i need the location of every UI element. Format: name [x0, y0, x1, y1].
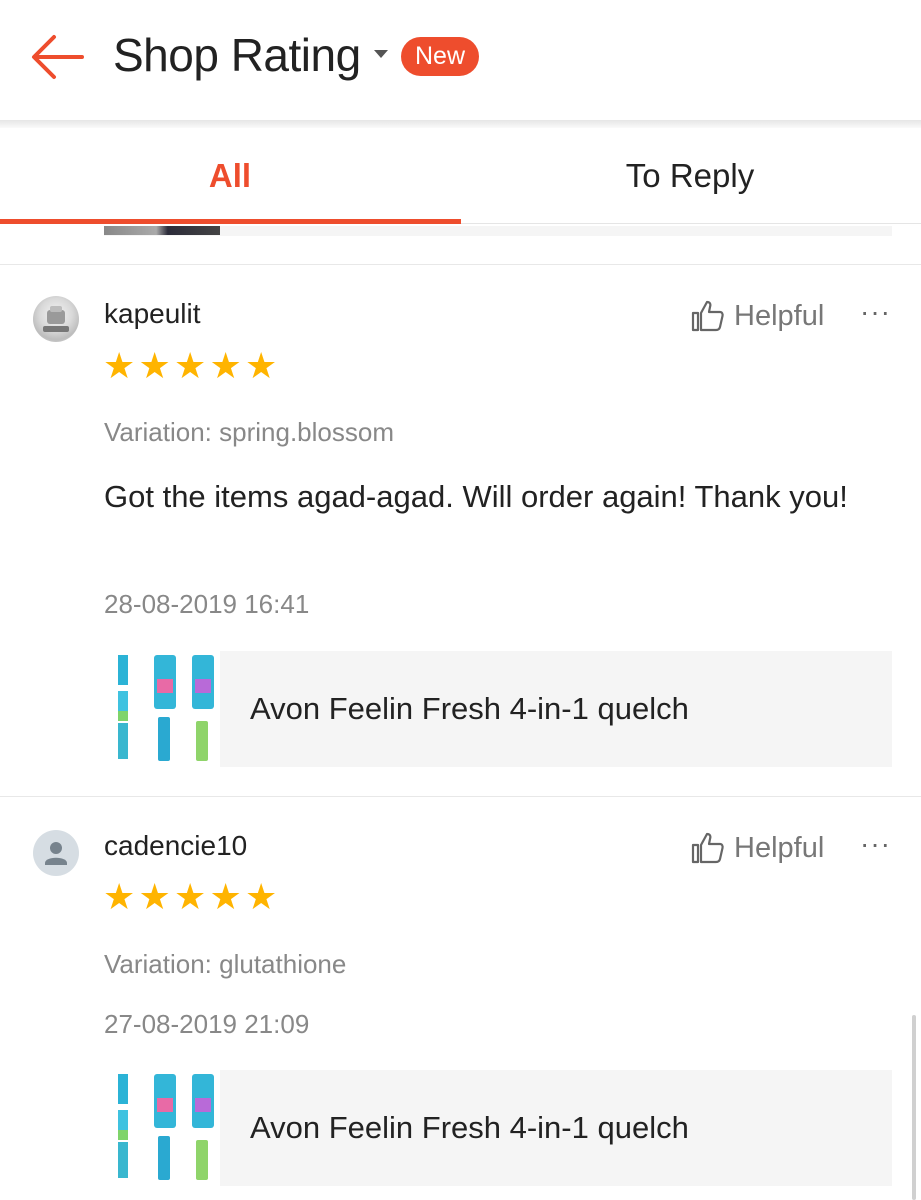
- product-thumbnail: [104, 1070, 220, 1186]
- star-icon: ★: [245, 876, 278, 917]
- previous-product-card[interactable]: [104, 226, 892, 236]
- star-icon: ★: [138, 876, 171, 917]
- previous-product-thumbnail: [104, 226, 220, 235]
- star-icon: ★: [245, 345, 278, 386]
- star-icon: ★: [209, 876, 242, 917]
- helpful-label: Helpful: [734, 299, 825, 332]
- tab-bar: All To Reply: [0, 128, 921, 224]
- thumbs-up-icon: [691, 832, 724, 864]
- star-rating: ★ ★ ★ ★ ★: [103, 345, 281, 386]
- divider: [0, 264, 921, 265]
- star-icon: ★: [138, 345, 171, 386]
- helpful-button[interactable]: Helpful: [690, 828, 824, 868]
- star-icon: ★: [174, 876, 207, 917]
- product-card[interactable]: Avon Feelin Fresh 4-in-1 quelch: [104, 651, 892, 767]
- arrow-left-icon: [32, 35, 84, 79]
- product-tubes-image: [118, 1074, 214, 1180]
- review-comment: Got the items agad-agad. Will order agai…: [104, 479, 848, 514]
- star-icon: ★: [103, 345, 136, 386]
- variation-text: Variation: spring.blossom: [104, 417, 394, 447]
- tab-to-reply[interactable]: To Reply: [460, 128, 920, 224]
- product-thumbnail: [104, 651, 220, 767]
- star-icon: ★: [209, 345, 242, 386]
- helpful-label: Helpful: [734, 831, 825, 864]
- divider: [0, 796, 921, 797]
- star-icon: ★: [174, 345, 207, 386]
- product-name: Avon Feelin Fresh 4-in-1 quelch: [250, 1110, 689, 1145]
- page-title: Shop Rating: [113, 29, 361, 81]
- review-timestamp: 27-08-2019 21:09: [104, 1009, 310, 1039]
- default-user-icon: [45, 842, 67, 865]
- helpful-button[interactable]: Helpful: [690, 296, 824, 336]
- product-tubes-image: [118, 655, 214, 761]
- caret-down-icon[interactable]: [374, 50, 388, 58]
- new-badge: New: [401, 37, 480, 76]
- avatar[interactable]: [33, 296, 79, 342]
- scrollbar[interactable]: [912, 1015, 916, 1200]
- top-bar: Shop Rating New: [0, 0, 921, 122]
- user-photo-icon: [43, 306, 69, 332]
- back-button[interactable]: [30, 32, 86, 82]
- tab-all[interactable]: All: [0, 128, 460, 224]
- product-card[interactable]: Avon Feelin Fresh 4-in-1 quelch: [104, 1070, 892, 1186]
- username[interactable]: kapeulit: [104, 298, 201, 330]
- header-divider: [0, 120, 921, 128]
- thumbs-up-icon: [691, 300, 724, 332]
- more-options-button[interactable]: ···: [860, 828, 891, 860]
- more-options-button[interactable]: ···: [860, 296, 891, 328]
- variation-text: Variation: glutathione: [104, 949, 347, 979]
- star-icon: ★: [103, 876, 136, 917]
- username[interactable]: cadencie10: [104, 830, 247, 862]
- star-rating: ★ ★ ★ ★ ★: [103, 876, 281, 917]
- avatar[interactable]: [33, 830, 79, 876]
- active-tab-indicator: [0, 219, 461, 224]
- product-name: Avon Feelin Fresh 4-in-1 quelch: [250, 691, 689, 726]
- review-timestamp: 28-08-2019 16:41: [104, 589, 310, 619]
